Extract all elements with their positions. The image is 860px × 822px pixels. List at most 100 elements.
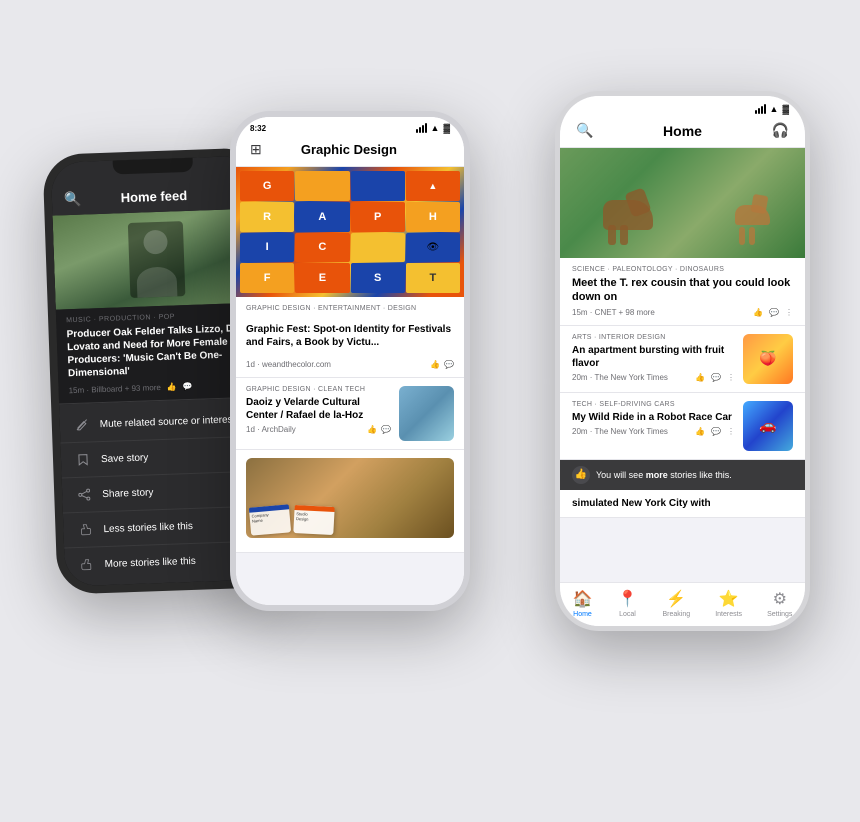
comment-icon[interactable]: 💬	[183, 382, 193, 391]
art2-more[interactable]: ⋮	[727, 427, 735, 436]
article-right-1-meta: ARTS · INTERIOR DESIGN	[572, 334, 735, 341]
article-1-meta: GRAPHIC DESIGN · ENTERTAINMENT · DESIGN	[246, 305, 454, 312]
article-right-1-title: An apartment bursting with fruit flavor	[572, 344, 735, 370]
article-2-source: 1d · ArchDaily 👍 💬	[246, 425, 391, 434]
phone-right: ▲ ▓ 🔍 Home 🎧	[555, 91, 810, 631]
article-2-text: GRAPHIC DESIGN · CLEAN TECH Daoiz y Vela…	[246, 386, 391, 441]
phone-right-header: 🔍 Home 🎧	[560, 118, 805, 148]
tab-bar: 🏠 Home 📍 Local ⚡ Breaking ⭐ Interests ⚙	[560, 582, 805, 626]
phone-left-notch	[113, 158, 193, 175]
notification-bar: 👍 You will see more stories like this.	[560, 460, 805, 490]
tab-settings[interactable]: ⚙ Settings	[767, 589, 792, 618]
phone-right-title: Home	[663, 123, 702, 139]
article-2-thumb	[399, 386, 454, 441]
signal-bars-right	[755, 104, 766, 114]
article-2-like[interactable]: 👍	[367, 425, 377, 434]
article-3-image: CompanyName StudioDesign	[246, 458, 454, 538]
article-right-2-thumb: 🚗	[743, 401, 793, 451]
phone-middle-article-2[interactable]: GRAPHIC DESIGN · CLEAN TECH Daoiz y Vela…	[236, 378, 464, 450]
tab-interests[interactable]: ⭐ Interests	[715, 589, 742, 618]
tab-settings-label: Settings	[767, 611, 792, 618]
tab-breaking-label: Breaking	[663, 611, 691, 618]
art1-comment[interactable]: 💬	[711, 373, 721, 382]
search-icon-right[interactable]: 🔍	[576, 122, 593, 139]
hero-more[interactable]: ⋮	[785, 308, 793, 317]
hero-thumbup[interactable]: 👍	[753, 308, 763, 317]
hero-comment[interactable]: 💬	[769, 308, 779, 317]
article-right-1-text: ARTS · INTERIOR DESIGN An apartment burs…	[572, 334, 735, 382]
art2-comment[interactable]: 💬	[711, 427, 721, 436]
partial-title: simulated New York City with	[572, 498, 711, 509]
grid-icon[interactable]: ⊞	[250, 141, 262, 158]
share-icon	[76, 486, 93, 503]
menu-label-more: More stories like this	[105, 555, 196, 569]
bookmark-icon	[75, 451, 92, 468]
hero-article-title: Meet the T. rex cousin that you could lo…	[572, 276, 793, 305]
phone-middle-header: ⊞ Graphic Design	[236, 137, 464, 167]
tab-home-label: Home	[573, 611, 592, 618]
wifi-icon: ▲	[431, 123, 440, 133]
phone-middle: 8:32 ▲ ▓ ⊞ Graphic Design	[230, 111, 470, 611]
article-1-source: 1d · weandthecolor.com 👍 💬	[246, 360, 454, 369]
menu-label-less: Less stories like this	[103, 520, 193, 534]
local-tab-icon: 📍	[618, 589, 638, 609]
notif-thumb-icon: 👍	[572, 466, 590, 484]
search-icon[interactable]: 🔍	[64, 191, 82, 209]
settings-tab-icon: ⚙	[773, 589, 787, 609]
article-2-meta: GRAPHIC DESIGN · CLEAN TECH	[246, 386, 391, 393]
article-2-comment[interactable]: 💬	[381, 425, 391, 434]
hero-article-meta: SCIENCE · PALEONTOLOGY · DINOSAURS	[572, 266, 793, 273]
art2-thumbup[interactable]: 👍	[695, 427, 705, 436]
menu-label-save: Save story	[101, 452, 149, 465]
article-1-like[interactable]: 👍	[430, 360, 440, 369]
phone-middle-article-3[interactable]: CompanyName StudioDesign	[236, 450, 464, 553]
article-right-2-meta: TECH · SELF-DRIVING CARS	[572, 401, 735, 408]
article-right-2-text: TECH · SELF-DRIVING CARS My Wild Ride in…	[572, 401, 735, 436]
like-icon	[78, 556, 95, 573]
tab-local[interactable]: 📍 Local	[618, 589, 638, 618]
interests-tab-icon: ⭐	[719, 589, 739, 609]
tab-local-label: Local	[619, 611, 636, 618]
wifi-icon-right: ▲	[770, 104, 779, 114]
phone-right-hero-img	[560, 148, 805, 258]
phone-middle-status-bar: 8:32 ▲ ▓	[236, 117, 464, 137]
pencil-slash-icon	[74, 416, 91, 433]
battery-icon: ▓	[443, 123, 450, 133]
phone-right-article-1[interactable]: ARTS · INTERIOR DESIGN An apartment burs…	[560, 326, 805, 393]
phones-container: 🔍 Home feed MUSIC · PRODUCTION · POP Pro…	[50, 51, 810, 771]
phone-right-hero-article[interactable]: SCIENCE · PALEONTOLOGY · DINOSAURS Meet …	[560, 258, 805, 326]
tab-home[interactable]: 🏠 Home	[573, 589, 593, 618]
article-right-1-source: 20m · The New York Times 👍 💬 ⋮	[572, 373, 735, 382]
phone-right-status-bar: ▲ ▓	[560, 96, 805, 118]
tab-interests-label: Interests	[715, 611, 742, 618]
partial-article-row[interactable]: simulated New York City with	[560, 490, 805, 518]
home-tab-icon: 🏠	[573, 589, 593, 609]
phone-middle-article-1[interactable]: GRAPHIC DESIGN · ENTERTAINMENT · DESIGN …	[236, 297, 464, 378]
phone-middle-title: Graphic Design	[301, 142, 397, 157]
phone-right-article-2[interactable]: TECH · SELF-DRIVING CARS My Wild Ride in…	[560, 393, 805, 460]
breaking-tab-icon: ⚡	[666, 589, 686, 609]
article-right-1-thumb: 🍑	[743, 334, 793, 384]
phone-left-hero	[53, 209, 260, 310]
phone-right-screen: ▲ ▓ 🔍 Home 🎧	[560, 96, 805, 626]
article-right-2-title: My Wild Ride in a Robot Race Car	[572, 411, 735, 424]
menu-label-share: Share story	[102, 487, 153, 500]
article-1-title: Graphic Fest: Spot-on Identity for Festi…	[246, 323, 454, 349]
notification-text: You will see more stories like this.	[596, 470, 732, 480]
dislike-icon	[77, 521, 94, 538]
phone-left-title: Home feed	[120, 188, 187, 205]
art1-thumbup[interactable]: 👍	[695, 373, 705, 382]
article-2-title: Daoiz y Velarde Cultural Center / Rafael…	[246, 396, 391, 422]
menu-label-mute: Mute related source or interest	[100, 414, 236, 430]
phone-middle-hero-banner: G ▲ R A P H I C 👁 F E S T	[236, 167, 464, 297]
tab-breaking[interactable]: ⚡ Breaking	[663, 589, 691, 618]
hero-article-text: SCIENCE · PALEONTOLOGY · DINOSAURS Meet …	[572, 266, 793, 317]
status-icons: ▲ ▓	[416, 123, 450, 133]
signal-bars	[416, 123, 427, 133]
phone-middle-screen: 8:32 ▲ ▓ ⊞ Graphic Design	[236, 117, 464, 605]
art1-more[interactable]: ⋮	[727, 373, 735, 382]
headphones-icon[interactable]: 🎧	[772, 122, 789, 139]
article-1-comment[interactable]: 💬	[444, 360, 454, 369]
thumbup-icon[interactable]: 👍	[167, 382, 177, 391]
hero-article-source: 15m · CNET + 98 more 👍 💬 ⋮	[572, 308, 793, 317]
